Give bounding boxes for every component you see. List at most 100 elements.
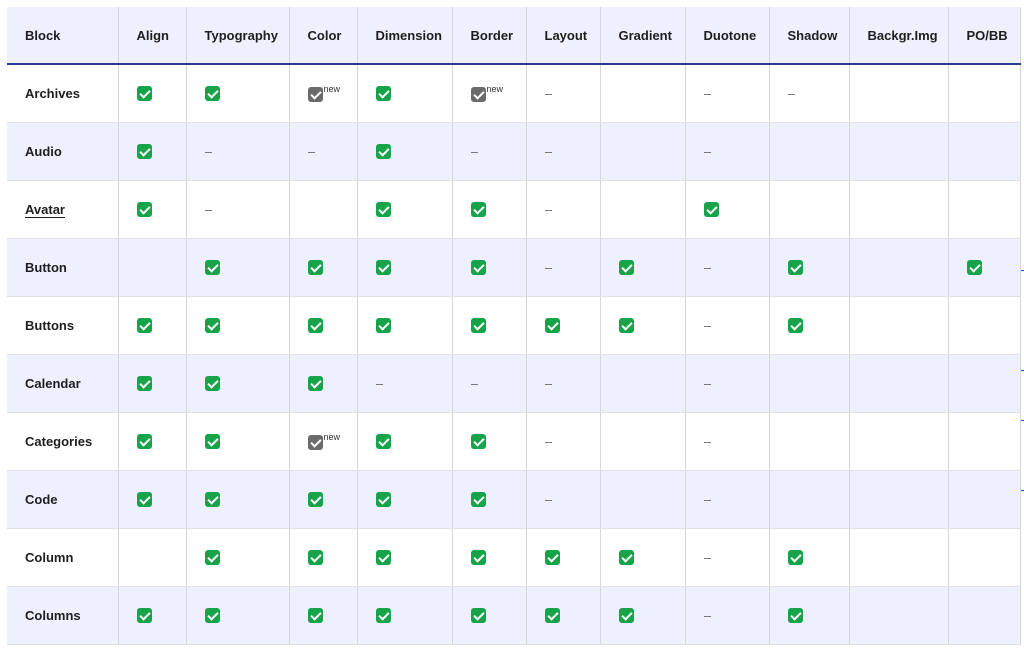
block-name-label: Buttons	[25, 317, 75, 333]
block-name-label: Categories	[25, 433, 93, 449]
support-cell	[600, 470, 686, 529]
support-cell	[452, 354, 527, 413]
support-cell	[948, 64, 1021, 123]
block-name-label[interactable]: Avatar	[25, 202, 65, 217]
block-name: Columns	[7, 586, 119, 645]
support-cell	[186, 586, 290, 645]
support-cell	[452, 470, 527, 529]
support-cell	[289, 122, 358, 181]
check-icon	[470, 202, 486, 218]
check-icon	[136, 86, 152, 102]
block-name-label: Archives	[25, 85, 80, 101]
support-cell	[526, 238, 601, 297]
unsupported-dash-icon	[703, 267, 711, 269]
check-icon	[787, 550, 803, 566]
check-icon	[375, 318, 391, 334]
support-cell	[600, 528, 686, 587]
block-name-label: Columns	[25, 607, 81, 623]
support-cell	[849, 528, 949, 587]
check-icon	[307, 260, 323, 276]
check-icon	[375, 492, 391, 508]
unsupported-dash-icon	[787, 93, 795, 95]
support-cell	[685, 412, 770, 471]
column-header-po-bb: PO/BB	[948, 7, 1021, 65]
check-icon	[470, 260, 486, 276]
support-cell	[769, 64, 850, 123]
support-cell	[948, 296, 1021, 355]
support-cell	[948, 238, 1021, 297]
unsupported-dash-icon	[204, 151, 212, 153]
support-cell	[526, 64, 601, 123]
unsupported-dash-icon	[703, 383, 711, 385]
check-icon	[618, 260, 634, 276]
check-icon	[470, 434, 486, 450]
table-header-row: Block Align Typography Color Dimension Border…	[7, 7, 1021, 65]
support-cell	[600, 354, 686, 413]
block-name: Buttons	[7, 296, 119, 355]
unsupported-dash-icon	[703, 151, 711, 153]
check-icon	[470, 550, 486, 566]
support-cell	[600, 586, 686, 645]
support-cell	[186, 412, 290, 471]
support-cell	[685, 238, 770, 297]
unsupported-dash-icon	[544, 267, 552, 269]
unsupported-dash-icon	[544, 93, 552, 95]
support-cell	[118, 470, 187, 529]
check-icon	[136, 376, 152, 392]
support-cell	[452, 412, 527, 471]
table-row: Avatar	[7, 180, 1021, 239]
support-cell	[289, 354, 358, 413]
support-cell	[849, 296, 949, 355]
check-icon	[470, 608, 486, 624]
check-icon	[204, 318, 220, 334]
check-icon	[307, 550, 323, 566]
check-icon	[204, 376, 220, 392]
column-header-dimension: Dimension	[357, 7, 453, 65]
support-cell	[769, 238, 850, 297]
check-icon	[787, 608, 803, 624]
support-cell	[289, 470, 358, 529]
block-name: Column	[7, 528, 119, 587]
support-cell	[685, 180, 770, 239]
support-cell	[600, 412, 686, 471]
support-cell	[948, 528, 1021, 587]
support-cell	[685, 528, 770, 587]
check-icon	[787, 260, 803, 276]
support-cell	[357, 354, 453, 413]
block-name-label: Audio	[25, 143, 62, 159]
support-cell	[186, 296, 290, 355]
column-header-layout: Layout	[526, 7, 601, 65]
check-icon	[375, 260, 391, 276]
check-icon	[703, 202, 719, 218]
unsupported-dash-icon	[703, 325, 711, 327]
support-cell	[357, 296, 453, 355]
check-icon	[375, 144, 391, 160]
support-cell	[186, 238, 290, 297]
support-cell: new	[289, 412, 358, 471]
table-row: Archives new new	[7, 64, 1021, 123]
support-cell	[526, 586, 601, 645]
block-name-label: Column	[25, 549, 74, 565]
support-cell	[769, 528, 850, 587]
support-cell	[600, 64, 686, 123]
table-row: Code	[7, 470, 1021, 529]
check-icon	[618, 608, 634, 624]
check-icon	[136, 608, 152, 624]
support-cell	[948, 586, 1021, 645]
check-icon	[204, 86, 220, 102]
column-header-duotone: Duotone	[685, 7, 770, 65]
new-badge: new	[323, 84, 341, 95]
support-cell	[685, 64, 770, 123]
support-cell	[357, 180, 453, 239]
support-cell	[849, 122, 949, 181]
check-icon	[375, 434, 391, 450]
unsupported-dash-icon	[544, 383, 552, 385]
support-cell	[849, 354, 949, 413]
block-name: Calendar	[7, 354, 119, 413]
support-cell	[600, 180, 686, 239]
support-cell	[769, 586, 850, 645]
support-cell	[769, 470, 850, 529]
support-cell	[948, 412, 1021, 471]
block-name[interactable]: Avatar	[7, 180, 119, 239]
unsupported-dash-icon	[544, 441, 552, 443]
